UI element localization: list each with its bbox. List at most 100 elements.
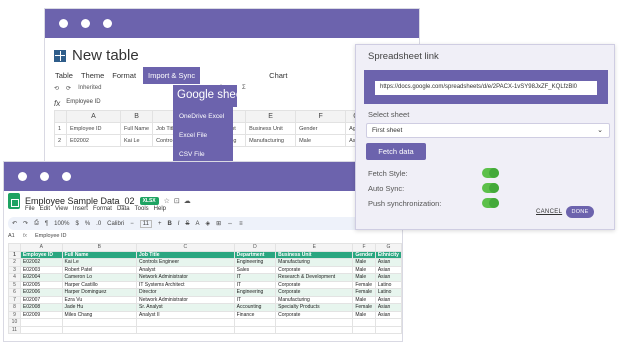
header-cell[interactable]: Ethnicity — [374, 250, 402, 259]
table-cell[interactable]: Robert Patel — [61, 265, 138, 274]
table-cell[interactable]: IT — [233, 295, 277, 304]
row-number[interactable]: 7 — [8, 295, 21, 304]
row-number[interactable]: 9 — [8, 310, 21, 319]
window-dot[interactable] — [40, 172, 49, 181]
percent-icon[interactable]: % — [85, 221, 90, 227]
row-number[interactable]: 1 — [54, 122, 67, 135]
table-cell[interactable]: Research & Development — [275, 273, 354, 282]
row-number[interactable]: 1 — [8, 250, 21, 259]
table-cell[interactable]: Finance — [233, 310, 277, 319]
push-sync-toggle[interactable] — [482, 198, 499, 208]
menu-view[interactable]: View — [55, 206, 68, 212]
table-cell[interactable] — [275, 318, 354, 327]
table-cell[interactable]: Harper Dominguez — [61, 288, 138, 297]
header-cell[interactable]: Gender — [352, 250, 376, 259]
row-number[interactable]: 10 — [8, 318, 21, 327]
font-size-increase-icon[interactable]: + — [158, 221, 162, 227]
table-cell[interactable]: Asian — [374, 258, 402, 267]
table-cell[interactable] — [61, 318, 138, 327]
table-cell[interactable]: Business Unit — [245, 122, 297, 135]
row-number[interactable]: 11 — [8, 325, 21, 334]
toolbar-redo-icon[interactable]: ⟳ — [66, 85, 71, 92]
row-number[interactable]: 8 — [8, 303, 21, 312]
row-number[interactable]: 2 — [54, 134, 67, 147]
sheet-select[interactable]: First sheet ⌄ — [366, 123, 610, 138]
move-icon[interactable]: ⊡ — [174, 197, 180, 205]
table-cell[interactable] — [352, 318, 376, 327]
table-cell[interactable] — [374, 318, 402, 327]
column-header[interactable]: G — [374, 243, 402, 252]
table-cell[interactable]: Manufacturing — [275, 295, 354, 304]
table-cell[interactable]: E02006 — [19, 288, 63, 297]
table-cell[interactable]: Female — [352, 288, 376, 297]
menu-format[interactable]: Format — [111, 68, 137, 83]
column-header[interactable]: F — [352, 243, 376, 252]
menu-data[interactable]: Data — [117, 206, 130, 212]
table-cell[interactable] — [275, 325, 354, 334]
corner-cell[interactable] — [8, 243, 21, 252]
text-color-icon[interactable]: A — [195, 221, 199, 227]
table-cell[interactable]: Sales — [233, 265, 277, 274]
table-cell[interactable]: Harper Castillo — [61, 280, 138, 289]
table-cell[interactable]: Director — [136, 288, 235, 297]
table-cell[interactable]: Analyst II — [136, 310, 235, 319]
row-number[interactable]: 3 — [8, 265, 21, 274]
formula-value[interactable]: Employee ID — [35, 233, 67, 239]
menu-tools[interactable]: Tools — [135, 206, 149, 212]
table-cell[interactable]: IT — [233, 273, 277, 282]
table-cell[interactable] — [233, 318, 277, 327]
table-cell[interactable]: E02008 — [19, 303, 63, 312]
table-cell[interactable]: Gender — [295, 122, 347, 135]
column-header[interactable]: B — [119, 110, 154, 123]
menu-insert[interactable]: Insert — [73, 206, 88, 212]
table-cell[interactable]: Male — [352, 258, 376, 267]
decimal-icon[interactable]: .0 — [96, 221, 101, 227]
table-cell[interactable]: Male — [352, 295, 376, 304]
table-cell[interactable] — [61, 325, 138, 334]
row-number[interactable]: 2 — [8, 258, 21, 267]
header-cell[interactable]: Department — [233, 250, 277, 259]
dropdown-excel-file[interactable]: Excel File — [173, 126, 233, 145]
table-cell[interactable]: Female — [352, 303, 376, 312]
table-cell[interactable]: Miles Chang — [61, 310, 138, 319]
menu-edit[interactable]: Edit — [40, 206, 50, 212]
table-cell[interactable]: Kai Le — [119, 134, 154, 147]
table-cell[interactable]: Engineering — [233, 288, 277, 297]
sheets-logo-icon[interactable] — [8, 193, 20, 209]
paint-format-icon[interactable]: ¶ — [45, 221, 48, 227]
table-cell[interactable]: Male — [352, 273, 376, 282]
table-cell[interactable]: Manufacturing — [275, 258, 354, 267]
table-cell[interactable]: Female — [352, 280, 376, 289]
auto-sync-toggle[interactable] — [482, 183, 499, 193]
table-cell[interactable]: E02004 — [19, 273, 63, 282]
column-header[interactable]: E — [275, 243, 354, 252]
formula-value[interactable]: Employee ID — [66, 99, 100, 108]
table-cell[interactable]: Jade Hu — [61, 303, 138, 312]
spreadsheet-url-input[interactable]: https://docs.google.com/spreadsheets/d/e… — [375, 81, 597, 95]
align-icon[interactable]: ≡ — [239, 221, 243, 227]
table-cell[interactable]: Sr. Analyst — [136, 303, 235, 312]
window-dot[interactable] — [59, 19, 68, 28]
done-button[interactable]: DONE — [566, 206, 594, 218]
header-cell[interactable]: Job Title — [136, 250, 235, 259]
cell-reference[interactable]: A1 — [8, 233, 15, 239]
table-cell[interactable]: Network Administrator — [136, 273, 235, 282]
table-cell[interactable]: E02002 — [66, 134, 121, 147]
table-cell[interactable]: Full Name — [119, 122, 154, 135]
print-icon[interactable]: ⎙ — [34, 220, 39, 227]
table-cell[interactable] — [19, 318, 63, 327]
table-cell[interactable]: IT Systems Architect — [136, 280, 235, 289]
bold-icon[interactable]: B — [167, 221, 171, 227]
table-cell[interactable] — [352, 325, 376, 334]
table-cell[interactable]: Male — [295, 134, 347, 147]
fill-color-icon[interactable]: ◈ — [206, 220, 211, 227]
table-cell[interactable]: Corporate — [275, 265, 354, 274]
table-cell[interactable]: Corporate — [275, 310, 354, 319]
toolbar-undo-icon[interactable]: ⟲ — [54, 85, 59, 92]
dropdown-onedrive-excel[interactable]: OneDrive Excel — [173, 107, 233, 126]
cloud-icon[interactable]: ☁ — [184, 197, 191, 205]
table-cell[interactable]: Asian — [374, 273, 402, 282]
menu-import-sync[interactable]: Import & Sync — [143, 67, 201, 84]
table-cell[interactable]: Specialty Products — [275, 303, 354, 312]
menu-format[interactable]: Format — [93, 206, 112, 212]
